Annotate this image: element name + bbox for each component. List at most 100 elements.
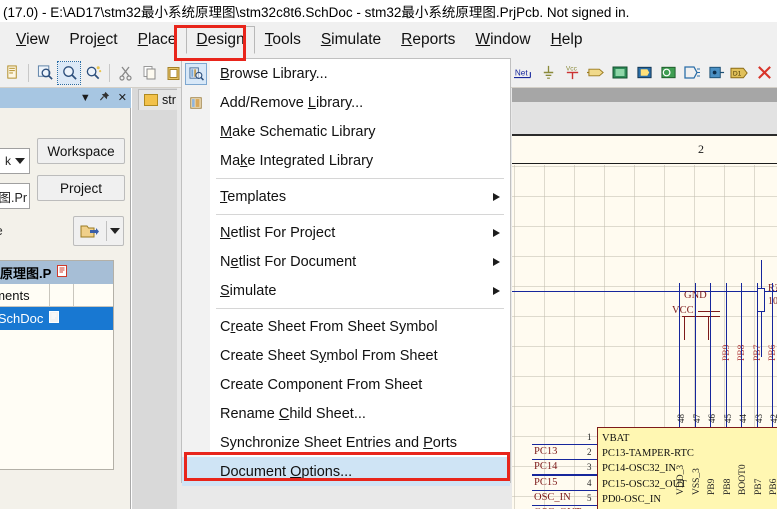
net-label[interactable]: PC13 (534, 446, 557, 457)
svg-text:Net: Net (515, 68, 528, 77)
app-window: (17.0) - E:\AD17\stm32最小系统原理图\stm32c8t6.… (0, 0, 777, 509)
tree-row-label: 统原理图.P (0, 266, 52, 281)
net-label[interactable]: OSC_IN (534, 492, 571, 503)
menu-reports[interactable]: Reports (391, 26, 465, 54)
chevron-down-icon[interactable]: ▼ (80, 92, 91, 104)
menu-item-create-sheet-from-sheet-symbol[interactable]: Create Sheet From Sheet Symbol (182, 312, 510, 341)
zoom-area-icon[interactable] (57, 60, 81, 85)
net-label[interactable]: PC15 (534, 477, 557, 488)
pin-number: 5 (587, 492, 592, 503)
device-sheet-icon[interactable] (657, 62, 679, 84)
pin-number: 1 (587, 432, 592, 442)
menu-item-browse-library[interactable]: Browse Library... (182, 59, 510, 88)
toolbar-separator (28, 63, 29, 82)
zoom-selected-icon[interactable] (82, 62, 104, 84)
net-label-icon[interactable]: Net (513, 62, 535, 84)
panel-mode-value: k (5, 154, 11, 168)
menu-place[interactable]: Place (128, 26, 187, 54)
pin-number: 2 (587, 447, 592, 458)
menu-project[interactable]: Project (59, 26, 127, 54)
zoom-document-icon[interactable] (34, 62, 56, 84)
menu-item-synchronize-sheet-entries-and-ports[interactable]: Synchronize Sheet Entries and Ports (182, 428, 510, 457)
menu-item-netlist-for-document[interactable]: Netlist For Document (182, 247, 510, 276)
menu-item-label: Create Component From Sheet (220, 376, 423, 393)
net-label[interactable]: PC14 (534, 461, 557, 472)
menu-tools[interactable]: Tools (255, 26, 311, 54)
menu-item-label: Document Options... (220, 463, 353, 480)
menu-bar: View Project Place Design Tools Simulate Repor… (0, 22, 777, 58)
project-select-value: 图.Pr (0, 190, 27, 205)
net-label[interactable]: PB9 (722, 345, 732, 361)
net-label[interactable]: PB8 (737, 345, 747, 361)
pin-wire (532, 504, 597, 506)
projects-panel: ▼ ✕ k 图.Pr ure Workspace Project (0, 88, 131, 509)
menu-item-create-sheet-symbol-from-sheet[interactable]: Create Sheet Symbol From Sheet (182, 341, 510, 370)
menu-simulate[interactable]: Simulate (311, 26, 391, 54)
resistor-body[interactable] (757, 288, 765, 312)
copy-icon[interactable] (139, 62, 161, 84)
menu-item-add-remove-library[interactable]: Add/Remove Library... (182, 88, 510, 117)
menu-item-templates[interactable]: Templates (182, 182, 510, 211)
design-menu-items: Browse Library... Add/Remove Library... Ma… (182, 59, 510, 486)
pin-number: 43 (753, 414, 764, 423)
menu-item-document-options[interactable]: Document Options... (182, 457, 510, 486)
chevron-down-icon[interactable] (107, 228, 123, 234)
vcc-power-port-icon[interactable]: Vcc (561, 62, 583, 84)
net-label[interactable]: PB7 (753, 345, 763, 361)
menu-separator (216, 214, 504, 215)
menu-item-netlist-for-project[interactable]: Netlist For Project (182, 218, 510, 247)
menu-item-label: Create Sheet From Sheet Symbol (220, 318, 438, 335)
sheet-symbol-icon[interactable] (609, 62, 631, 84)
menu-item-create-component-from-sheet[interactable]: Create Component From Sheet (182, 370, 510, 399)
menu-view[interactable]: View (6, 26, 59, 54)
gnd-power-port-icon[interactable] (537, 62, 559, 84)
port-icon[interactable] (633, 62, 655, 84)
structure-label: ure (0, 223, 3, 238)
menu-item-rename-child-sheet[interactable]: Rename Child Sheet... (182, 399, 510, 428)
vcc-bar (682, 316, 720, 318)
no-erc-icon[interactable] (753, 62, 775, 84)
project-select-dropdown[interactable]: 图.Pr (0, 183, 30, 209)
toolbar-left-group (0, 60, 210, 85)
net-label-vcc[interactable]: VCC (672, 305, 694, 316)
canvas-top-scrollbar[interactable] (512, 88, 777, 102)
panel-body: k 图.Pr ure Workspace Project 统原理图.P ument… (0, 108, 131, 509)
tree-row[interactable]: uments (0, 284, 113, 307)
menu-window[interactable]: Window (465, 26, 540, 54)
submenu-arrow-icon (493, 257, 500, 266)
cut-icon[interactable] (115, 62, 137, 84)
menu-item-make-integrated-library[interactable]: Make Integrated Library (182, 146, 510, 175)
net-identifier-icon[interactable]: D1 (729, 62, 751, 84)
design-dropdown-menu[interactable]: Browse Library... Add/Remove Library... Ma… (181, 58, 511, 486)
tree-row[interactable]: 统原理图.P (0, 261, 113, 284)
tree-row-label: uments (0, 287, 30, 303)
close-icon[interactable]: ✕ (118, 92, 127, 104)
project-button[interactable]: Project (37, 175, 125, 201)
workspace-button[interactable]: Workspace (37, 138, 125, 164)
tree-row[interactable]: 6.SchDoc (0, 307, 113, 330)
pin-wire (710, 283, 711, 427)
panel-mode-dropdown[interactable]: k (0, 148, 30, 174)
pin-wire (532, 444, 597, 446)
pin-number: 46 (707, 414, 717, 423)
schematic-tab-icon (144, 94, 158, 106)
open-project-button[interactable] (73, 216, 124, 246)
harness-connector-icon[interactable] (681, 62, 703, 84)
chip-pin-name: PC15-OSC32_OUT (602, 478, 687, 490)
menu-help[interactable]: Help (541, 26, 593, 54)
menu-item-label: Add/Remove Library... (220, 94, 364, 111)
menu-design[interactable]: Design (186, 26, 255, 54)
document-tab-stm32c8t6[interactable]: str (138, 89, 182, 110)
svg-text:D1: D1 (733, 70, 742, 77)
signal-harness-icon[interactable] (705, 62, 727, 84)
menu-item-simulate[interactable]: Simulate (182, 276, 510, 305)
tree-row-label: 6.SchDoc (0, 311, 44, 326)
pin-number: 45 (722, 414, 733, 423)
pin-icon[interactable] (99, 91, 110, 105)
menu-item-label: Templates (220, 188, 287, 205)
menu-item-make-schematic-library[interactable]: Make Schematic Library (182, 117, 510, 146)
menu-item-label: Browse Library... (220, 65, 328, 82)
tree-column-divider (73, 284, 74, 307)
document-icon[interactable] (1, 62, 23, 84)
sheet-entry-icon[interactable] (585, 62, 607, 84)
